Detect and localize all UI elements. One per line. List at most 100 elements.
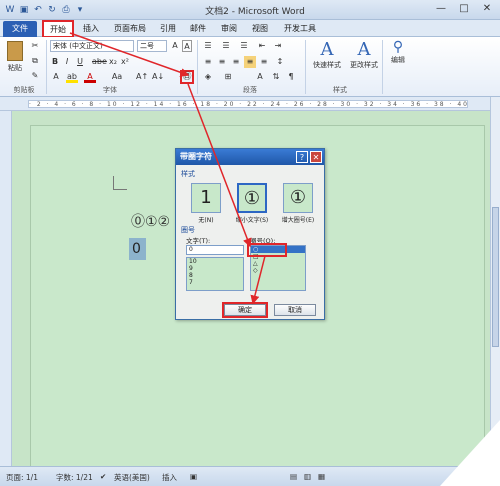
font-size-combo[interactable]: 二号 [137,40,167,52]
tab-home[interactable]: 开始 [42,20,74,38]
proofing-icon[interactable]: ✔ [100,472,106,481]
grow-font-icon[interactable]: A [170,40,180,52]
macro-record-icon[interactable]: ▣ [190,472,197,481]
enclosure-section-label: 圈号 [181,226,195,234]
font-name-combo[interactable]: 宋体 (中文正文) [50,40,134,52]
decrease-indent-icon[interactable]: ⇤ [256,40,268,52]
enclose-characters-dialog: 带圈字符 ? ✕ 样式 1 ① ① 无(N) 缩小文字(S) 增大圈号(E) 圈… [175,148,325,320]
char-border-icon[interactable]: A [182,40,192,52]
text-input[interactable]: 0 [186,245,244,255]
word-logo-icon: W [5,5,15,15]
distribute-icon[interactable]: ≡ [258,56,270,68]
close-button[interactable]: ✕ [476,2,498,16]
circled-characters-text: ⓪①② [131,214,171,230]
copy-icon[interactable]: ⧉ [30,55,40,67]
customize-toolbar-icon[interactable]: ▾ [74,4,86,16]
style-enlarge-symbol-option[interactable]: ① [283,183,313,213]
group-styles-label: 样式 [333,86,347,94]
list-item[interactable]: 8 [187,272,243,279]
separator [197,40,198,94]
redo-icon[interactable]: ↻ [46,4,58,16]
selected-character[interactable]: 0 [129,238,146,260]
numbering-icon[interactable]: ☰ [220,40,232,52]
underline-icon[interactable]: U [74,56,86,68]
tab-view[interactable]: 视图 [247,21,273,37]
window-title: 文档2 - Microsoft Word [205,7,305,17]
vertical-ruler[interactable] [0,111,12,466]
vertical-scrollbar[interactable] [490,97,500,466]
insert-mode-indicator[interactable]: 插入 [162,472,177,483]
print-preview-icon[interactable]: ⎙ [60,4,72,16]
scrollbar-thumb[interactable] [492,207,499,347]
show-marks-icon[interactable]: ¶ [286,71,296,83]
dialog-close-icon[interactable]: ✕ [310,151,322,163]
tab-page-layout[interactable]: 页面布局 [108,21,152,37]
line-spacing-icon[interactable]: ↕ [274,56,286,68]
italic-icon[interactable]: I [62,56,72,68]
list-item[interactable]: ◇ [251,267,305,274]
borders-icon[interactable]: ⊞ [222,71,234,83]
bullets-icon[interactable]: ☰ [202,40,214,52]
view-full-screen-icon[interactable]: ▥ [304,472,311,481]
save-icon[interactable]: ▣ [18,4,30,16]
text-effects-icon[interactable]: A [50,71,62,83]
status-bar: 页面: 1/1 字数: 1/21 ✔ 英语(美国) 插入 ▣ ▤ ▥ ▦ [0,466,500,486]
title-bar: W ▣ ↶ ↻ ⎙ ▾ 文档2 - Microsoft Word — □ ✕ [0,0,500,20]
undo-icon[interactable]: ↶ [32,4,44,16]
tab-file[interactable]: 文件 [3,21,37,37]
list-item[interactable]: 9 [187,265,243,272]
quick-styles-button[interactable]: A 快速样式 [309,39,345,79]
change-case-icon[interactable]: Aa [110,71,124,83]
paste-button[interactable]: 粘贴 [4,39,26,79]
cut-icon[interactable]: ✂ [30,40,40,52]
editing-button[interactable]: ⚲ 编辑 [386,39,410,79]
tab-review[interactable]: 审阅 [216,21,242,37]
view-print-layout-icon[interactable]: ▤ [290,472,297,481]
sort-icon[interactable]: ⇅ [270,71,282,83]
help-icon[interactable]: ? [296,151,308,163]
style-none-option[interactable]: 1 [191,183,221,213]
tab-references[interactable]: 引用 [155,21,181,37]
language-indicator[interactable]: 英语(美国) [114,472,150,483]
align-right-icon[interactable]: ≡ [230,56,242,68]
enclose-characters-icon[interactable]: ㊐ [180,70,194,84]
group-font-label: 字体 [103,86,117,94]
superscript-icon[interactable]: x² [120,56,130,68]
font-color-icon[interactable]: A [84,71,96,83]
align-left-icon[interactable]: ≡ [202,56,214,68]
page-curl-decoration [440,420,500,486]
view-web-layout-icon[interactable]: ▦ [318,472,325,481]
text-list[interactable]: 10 9 8 7 [186,257,244,291]
shrink-font-size-icon[interactable]: A↓ [152,71,164,83]
justify-icon[interactable]: ≡ [244,56,256,68]
format-painter-icon[interactable]: ✎ [30,70,40,82]
list-item[interactable]: 10 [187,258,243,265]
minimize-button[interactable]: — [430,2,452,16]
bold-icon[interactable]: B [50,56,60,68]
maximize-button[interactable]: □ [453,2,475,16]
separator [46,40,47,94]
subscript-icon[interactable]: x₂ [108,56,118,68]
cancel-button[interactable]: 取消 [274,304,316,316]
list-item[interactable]: △ [251,260,305,267]
style-none-label: 无(N) [198,217,214,224]
highlight-icon[interactable]: ab [66,71,78,83]
horizontal-ruler[interactable]: · 2 · 4 · 6 · 8 · 10 · 12 · 14 · 16 · 18… [0,97,490,111]
multilevel-list-icon[interactable]: ☰ [238,40,250,52]
tab-mailings[interactable]: 邮件 [185,21,211,37]
tab-developer[interactable]: 开发工具 [280,21,320,37]
tab-insert[interactable]: 插入 [78,21,104,37]
list-item[interactable]: 7 [187,279,243,286]
strikethrough-icon[interactable]: abe [92,56,107,68]
ok-button[interactable]: 确定 [222,302,268,318]
page-count[interactable]: 页面: 1/1 [6,472,38,483]
shading-icon[interactable]: ◈ [202,71,214,83]
increase-indent-icon[interactable]: ⇥ [272,40,284,52]
style-shrink-text-option[interactable]: ① [237,183,267,213]
change-styles-button[interactable]: A 更改样式 [346,39,382,79]
paste-icon [7,41,23,61]
grow-font-size-icon[interactable]: A↑ [136,71,148,83]
chinese-layout-icon[interactable]: A [254,71,266,83]
word-count[interactable]: 字数: 1/21 [56,472,93,483]
align-center-icon[interactable]: ≡ [216,56,228,68]
